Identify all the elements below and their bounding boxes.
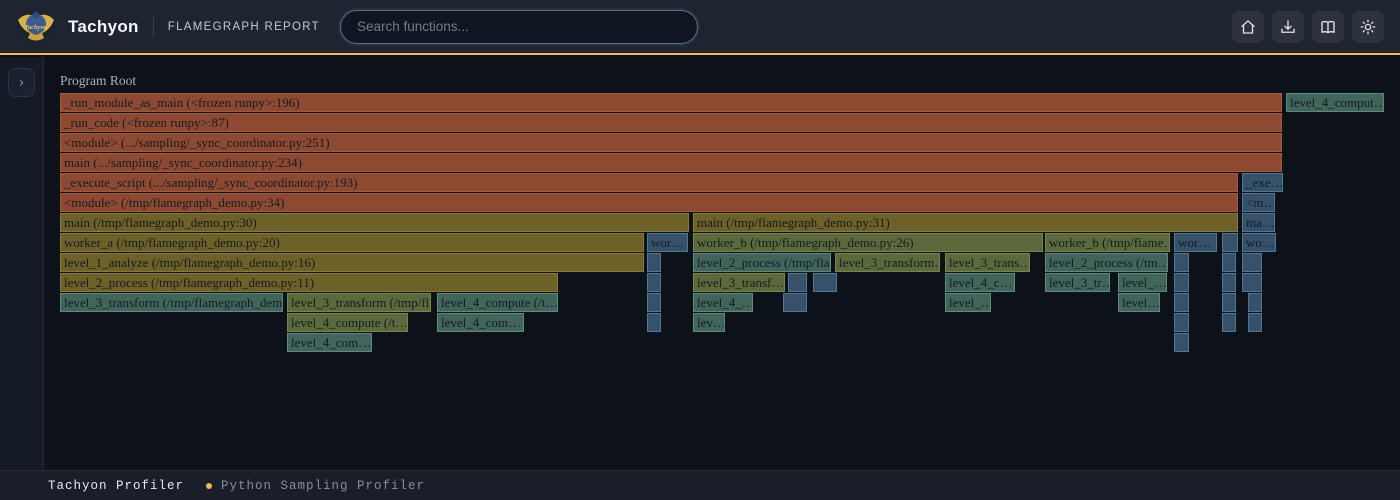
flame-frame[interactable] <box>647 293 661 312</box>
flame-frame[interactable] <box>1248 313 1262 332</box>
flame-frame[interactable]: level_2_process (/tmp/fla… <box>693 253 831 272</box>
header-divider <box>153 17 154 37</box>
flame-frame[interactable]: level_4_… <box>693 293 753 312</box>
flame-frame[interactable]: level_1_analyze (/tmp/flamegraph_demo.py… <box>60 253 644 272</box>
flame-frame[interactable]: wor… <box>1174 233 1217 252</box>
flame-frame[interactable] <box>813 273 837 292</box>
flame-frame[interactable]: _exe… <box>1242 173 1283 192</box>
status-dot-icon <box>206 483 212 489</box>
flame-frame[interactable] <box>1174 253 1189 272</box>
flame-frame[interactable]: _execute_script (.../sampling/_sync_coor… <box>60 173 1238 192</box>
report-type-label: FLAMEGRAPH REPORT <box>168 21 320 33</box>
flame-frame[interactable] <box>1222 293 1236 312</box>
docs-button[interactable] <box>1312 11 1344 43</box>
flame-frame[interactable]: level_2_process (/tmp/flamegraph_demo.py… <box>60 273 558 292</box>
flame-frame[interactable]: lev… <box>693 313 725 332</box>
flame-frame[interactable]: <m… <box>1242 193 1275 212</box>
flame-frame[interactable] <box>1222 273 1236 292</box>
download-icon <box>1279 18 1297 36</box>
flame-frame[interactable]: level_… <box>945 293 991 312</box>
book-icon <box>1319 18 1337 36</box>
flame-frame[interactable]: wo… <box>1242 233 1276 252</box>
svg-text:Tachyon: Tachyon <box>25 24 48 31</box>
app-header: Tachyon Tachyon FLAMEGRAPH REPORT <box>0 0 1400 55</box>
search-input[interactable] <box>340 10 698 44</box>
flame-frame[interactable]: level_4_comput… <box>1286 93 1384 112</box>
flame-frame[interactable]: worker_a (/tmp/flamegraph_demo.py:20) <box>60 233 644 252</box>
flame-frame[interactable] <box>1174 273 1189 292</box>
flame-frame[interactable]: level_3_tr… <box>1045 273 1110 292</box>
sidebar-expand-button[interactable]: › <box>8 68 35 97</box>
flame-frame[interactable]: level_3_trans… <box>945 253 1030 272</box>
home-icon <box>1239 18 1257 36</box>
flame-frame[interactable]: level_3_transform (/tmp/flamegraph_dem… <box>60 293 283 312</box>
flame-frame[interactable] <box>1222 233 1238 252</box>
collapsed-sidebar: › <box>0 57 44 470</box>
flame-frame[interactable] <box>788 273 807 292</box>
flame-frame[interactable] <box>1174 293 1189 312</box>
flame-frame[interactable]: main (/tmp/flamegraph_demo.py:31) <box>693 213 1238 232</box>
flame-frame[interactable] <box>1242 253 1262 272</box>
flame-frame[interactable] <box>1248 293 1262 312</box>
flame-frame[interactable]: level_4_com… <box>437 313 524 332</box>
flame-frame[interactable]: level_2_process (/tm… <box>1045 253 1168 272</box>
flame-frame[interactable]: level_3_transform… <box>835 253 940 272</box>
flame-frame[interactable]: <module> (.../sampling/_sync_coordinator… <box>60 133 1282 152</box>
status-subtitle: Python Sampling Profiler <box>221 479 425 493</box>
flamegraph-root-label: Program Root <box>60 73 136 89</box>
status-bar: Tachyon Profiler Python Sampling Profile… <box>0 470 1400 500</box>
flamegraph-canvas[interactable]: Program Root _run_module_as_main (<froze… <box>44 57 1400 470</box>
flame-frame[interactable] <box>1222 313 1236 332</box>
download-button[interactable] <box>1272 11 1304 43</box>
flame-frame[interactable] <box>1242 273 1262 292</box>
flame-frame[interactable] <box>1174 313 1189 332</box>
flame-frame[interactable]: level_4_compute (/t… <box>437 293 558 312</box>
flame-frame[interactable]: worker_b (/tmp/flame… <box>1045 233 1170 252</box>
flame-frame[interactable] <box>647 253 661 272</box>
theme-button[interactable] <box>1352 11 1384 43</box>
flame-frame[interactable] <box>783 293 807 312</box>
flame-frame[interactable]: main (.../sampling/_sync_coordinator.py:… <box>60 153 1282 172</box>
flame-frame[interactable]: level_3_transf… <box>693 273 785 292</box>
flame-frame[interactable]: level_4_compute (/t… <box>287 313 408 332</box>
flame-frame[interactable] <box>1222 253 1236 272</box>
sun-icon <box>1359 18 1377 36</box>
app-title: Tachyon <box>68 17 139 37</box>
flame-frame[interactable] <box>647 273 661 292</box>
flame-frame[interactable]: level… <box>1118 293 1160 312</box>
chevron-right-icon: › <box>19 75 25 91</box>
flame-frame[interactable]: level_4_com… <box>287 333 372 352</box>
flame-frame[interactable]: worker_b (/tmp/flamegraph_demo.py:26) <box>693 233 1043 252</box>
flame-frame[interactable] <box>1174 333 1189 352</box>
flame-frame[interactable]: level_… <box>1118 273 1167 292</box>
tachyon-logo-icon: Tachyon <box>16 7 56 47</box>
flame-frame[interactable]: _run_module_as_main (<frozen runpy>:196) <box>60 93 1282 112</box>
flame-frame[interactable]: main (/tmp/flamegraph_demo.py:30) <box>60 213 689 232</box>
header-actions <box>1232 11 1384 43</box>
flame-frame[interactable]: level_3_transform (/tmp/fl… <box>287 293 431 312</box>
flame-frame[interactable]: <module> (/tmp/flamegraph_demo.py:34) <box>60 193 1238 212</box>
flame-frame[interactable]: ma… <box>1242 213 1275 232</box>
flame-frame[interactable]: level_4_c… <box>945 273 1015 292</box>
flame-frame[interactable]: _run_code (<frozen runpy>:87) <box>60 113 1282 132</box>
flame-frame[interactable]: wor… <box>647 233 688 252</box>
flame-frame[interactable] <box>647 313 661 332</box>
home-button[interactable] <box>1232 11 1264 43</box>
status-app-name: Tachyon Profiler <box>48 479 184 493</box>
